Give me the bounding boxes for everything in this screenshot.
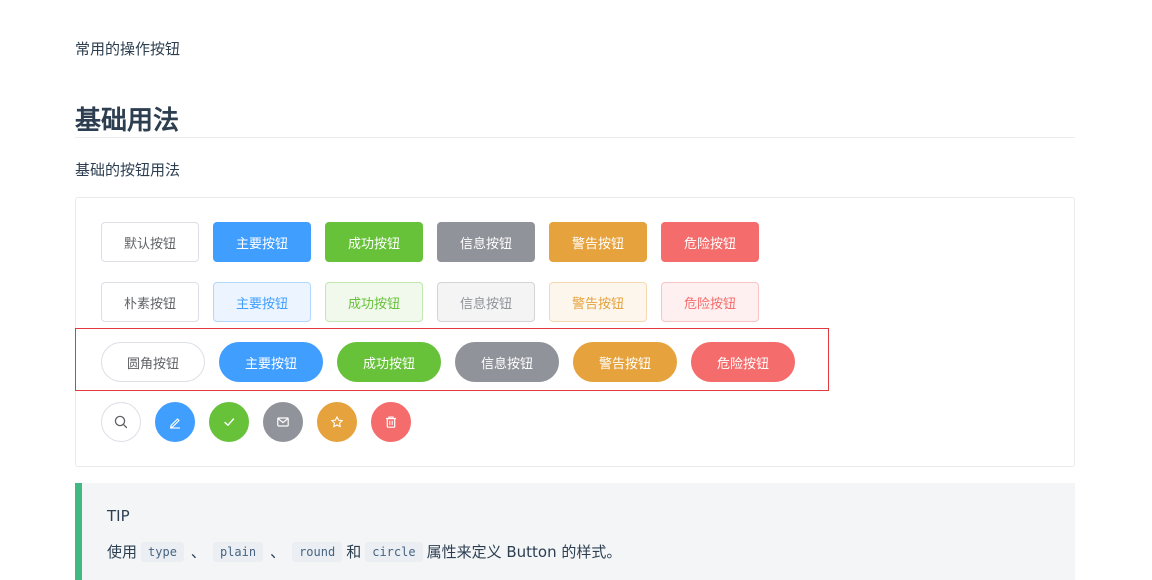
delete-icon [384,415,398,429]
plain-primary-button[interactable]: 主要按钮 [213,282,311,322]
primary-button[interactable]: 主要按钮 [213,222,311,262]
plain-buttons-row: 朴素按钮 主要按钮 成功按钮 信息按钮 警告按钮 危险按钮 [101,282,773,322]
warning-button[interactable]: 警告按钮 [549,222,647,262]
tip-separator: 、 [270,543,286,561]
code-plain: plain [212,541,264,562]
star-icon [330,415,344,429]
code-circle: circle [365,541,423,562]
tip-suffix: 属性来定义 Button 的样式。 [426,543,622,561]
default-button[interactable]: 默认按钮 [101,222,199,262]
circle-message-button[interactable] [263,402,303,442]
tip-block: TIP 使用 type 、 plain 、 round 和 circle 属性来… [75,483,1075,580]
tip-conjunction: 和 [346,543,362,561]
check-icon [222,415,236,429]
plain-success-button[interactable]: 成功按钮 [325,282,423,322]
round-success-button[interactable]: 成功按钮 [337,342,441,382]
circle-delete-button[interactable] [371,402,411,442]
circle-buttons-row [101,402,425,442]
round-buttons-row: 圆角按钮 主要按钮 成功按钮 信息按钮 警告按钮 危险按钮 [101,342,809,382]
tip-prefix: 使用 [107,543,138,561]
edit-icon [168,415,182,429]
circle-star-button[interactable] [317,402,357,442]
info-button[interactable]: 信息按钮 [437,222,535,262]
round-info-button[interactable]: 信息按钮 [455,342,559,382]
circle-search-button[interactable] [101,402,141,442]
section-title: 基础用法 [75,106,180,136]
plain-info-button[interactable]: 信息按钮 [437,282,535,322]
search-icon [114,415,128,429]
tip-text: 使用 type 、 plain 、 round 和 circle 属性来定义 B… [107,541,621,562]
code-round: round [292,541,343,562]
demo-block: 默认按钮 主要按钮 成功按钮 信息按钮 警告按钮 危险按钮 朴素按钮 主要按钮 … [75,197,1075,467]
round-default-button[interactable]: 圆角按钮 [101,342,205,382]
code-type: type [141,541,184,562]
round-danger-button[interactable]: 危险按钮 [691,342,795,382]
circle-edit-button[interactable] [155,402,195,442]
tip-title: TIP [107,507,130,525]
round-warning-button[interactable]: 警告按钮 [573,342,677,382]
danger-button[interactable]: 危险按钮 [661,222,759,262]
default-buttons-row: 默认按钮 主要按钮 成功按钮 信息按钮 警告按钮 危险按钮 [101,222,773,262]
title-divider [75,137,1075,138]
message-icon [276,415,290,429]
round-primary-button[interactable]: 主要按钮 [219,342,323,382]
plain-warning-button[interactable]: 警告按钮 [549,282,647,322]
plain-default-button[interactable]: 朴素按钮 [101,282,199,322]
tip-separator: 、 [190,543,206,561]
circle-check-button[interactable] [209,402,249,442]
plain-danger-button[interactable]: 危险按钮 [661,282,759,322]
intro-text: 常用的操作按钮 [75,40,181,58]
success-button[interactable]: 成功按钮 [325,222,423,262]
section-description: 基础的按钮用法 [75,161,181,179]
